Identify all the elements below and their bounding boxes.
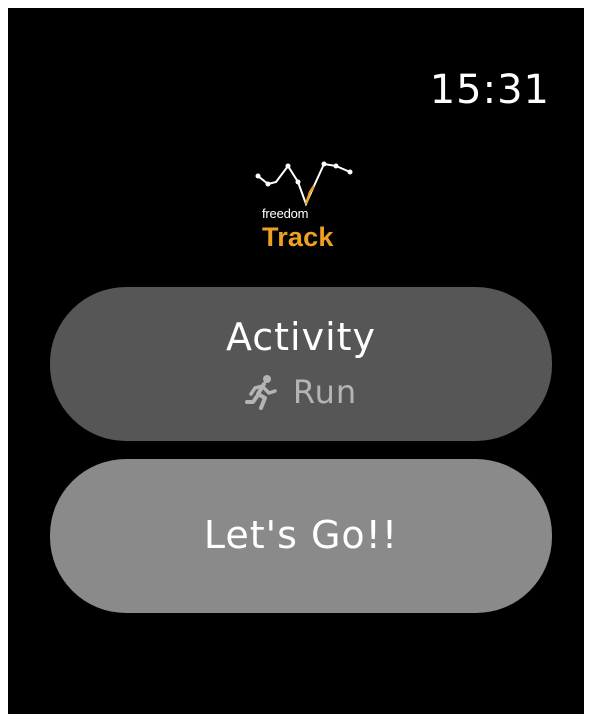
activity-title: Activity [225,315,377,359]
activity-value: Run [292,373,358,411]
watch-screen: 15:31 freedom Track Activity Run Let's G… [8,8,584,714]
lets-go-button[interactable]: Let's Go!! [50,459,552,613]
activity-button[interactable]: Activity Run [50,287,552,441]
app-logo: freedom Track [248,152,358,262]
logo-brand-text: freedom [262,206,309,221]
running-person-icon [244,375,277,410]
lets-go-label: Let's Go!! [203,513,399,557]
activity-selection: Run [50,373,552,411]
logo-product-text: Track [262,222,334,252]
status-time: 15:31 [429,67,550,113]
route-line-icon [255,161,353,207]
